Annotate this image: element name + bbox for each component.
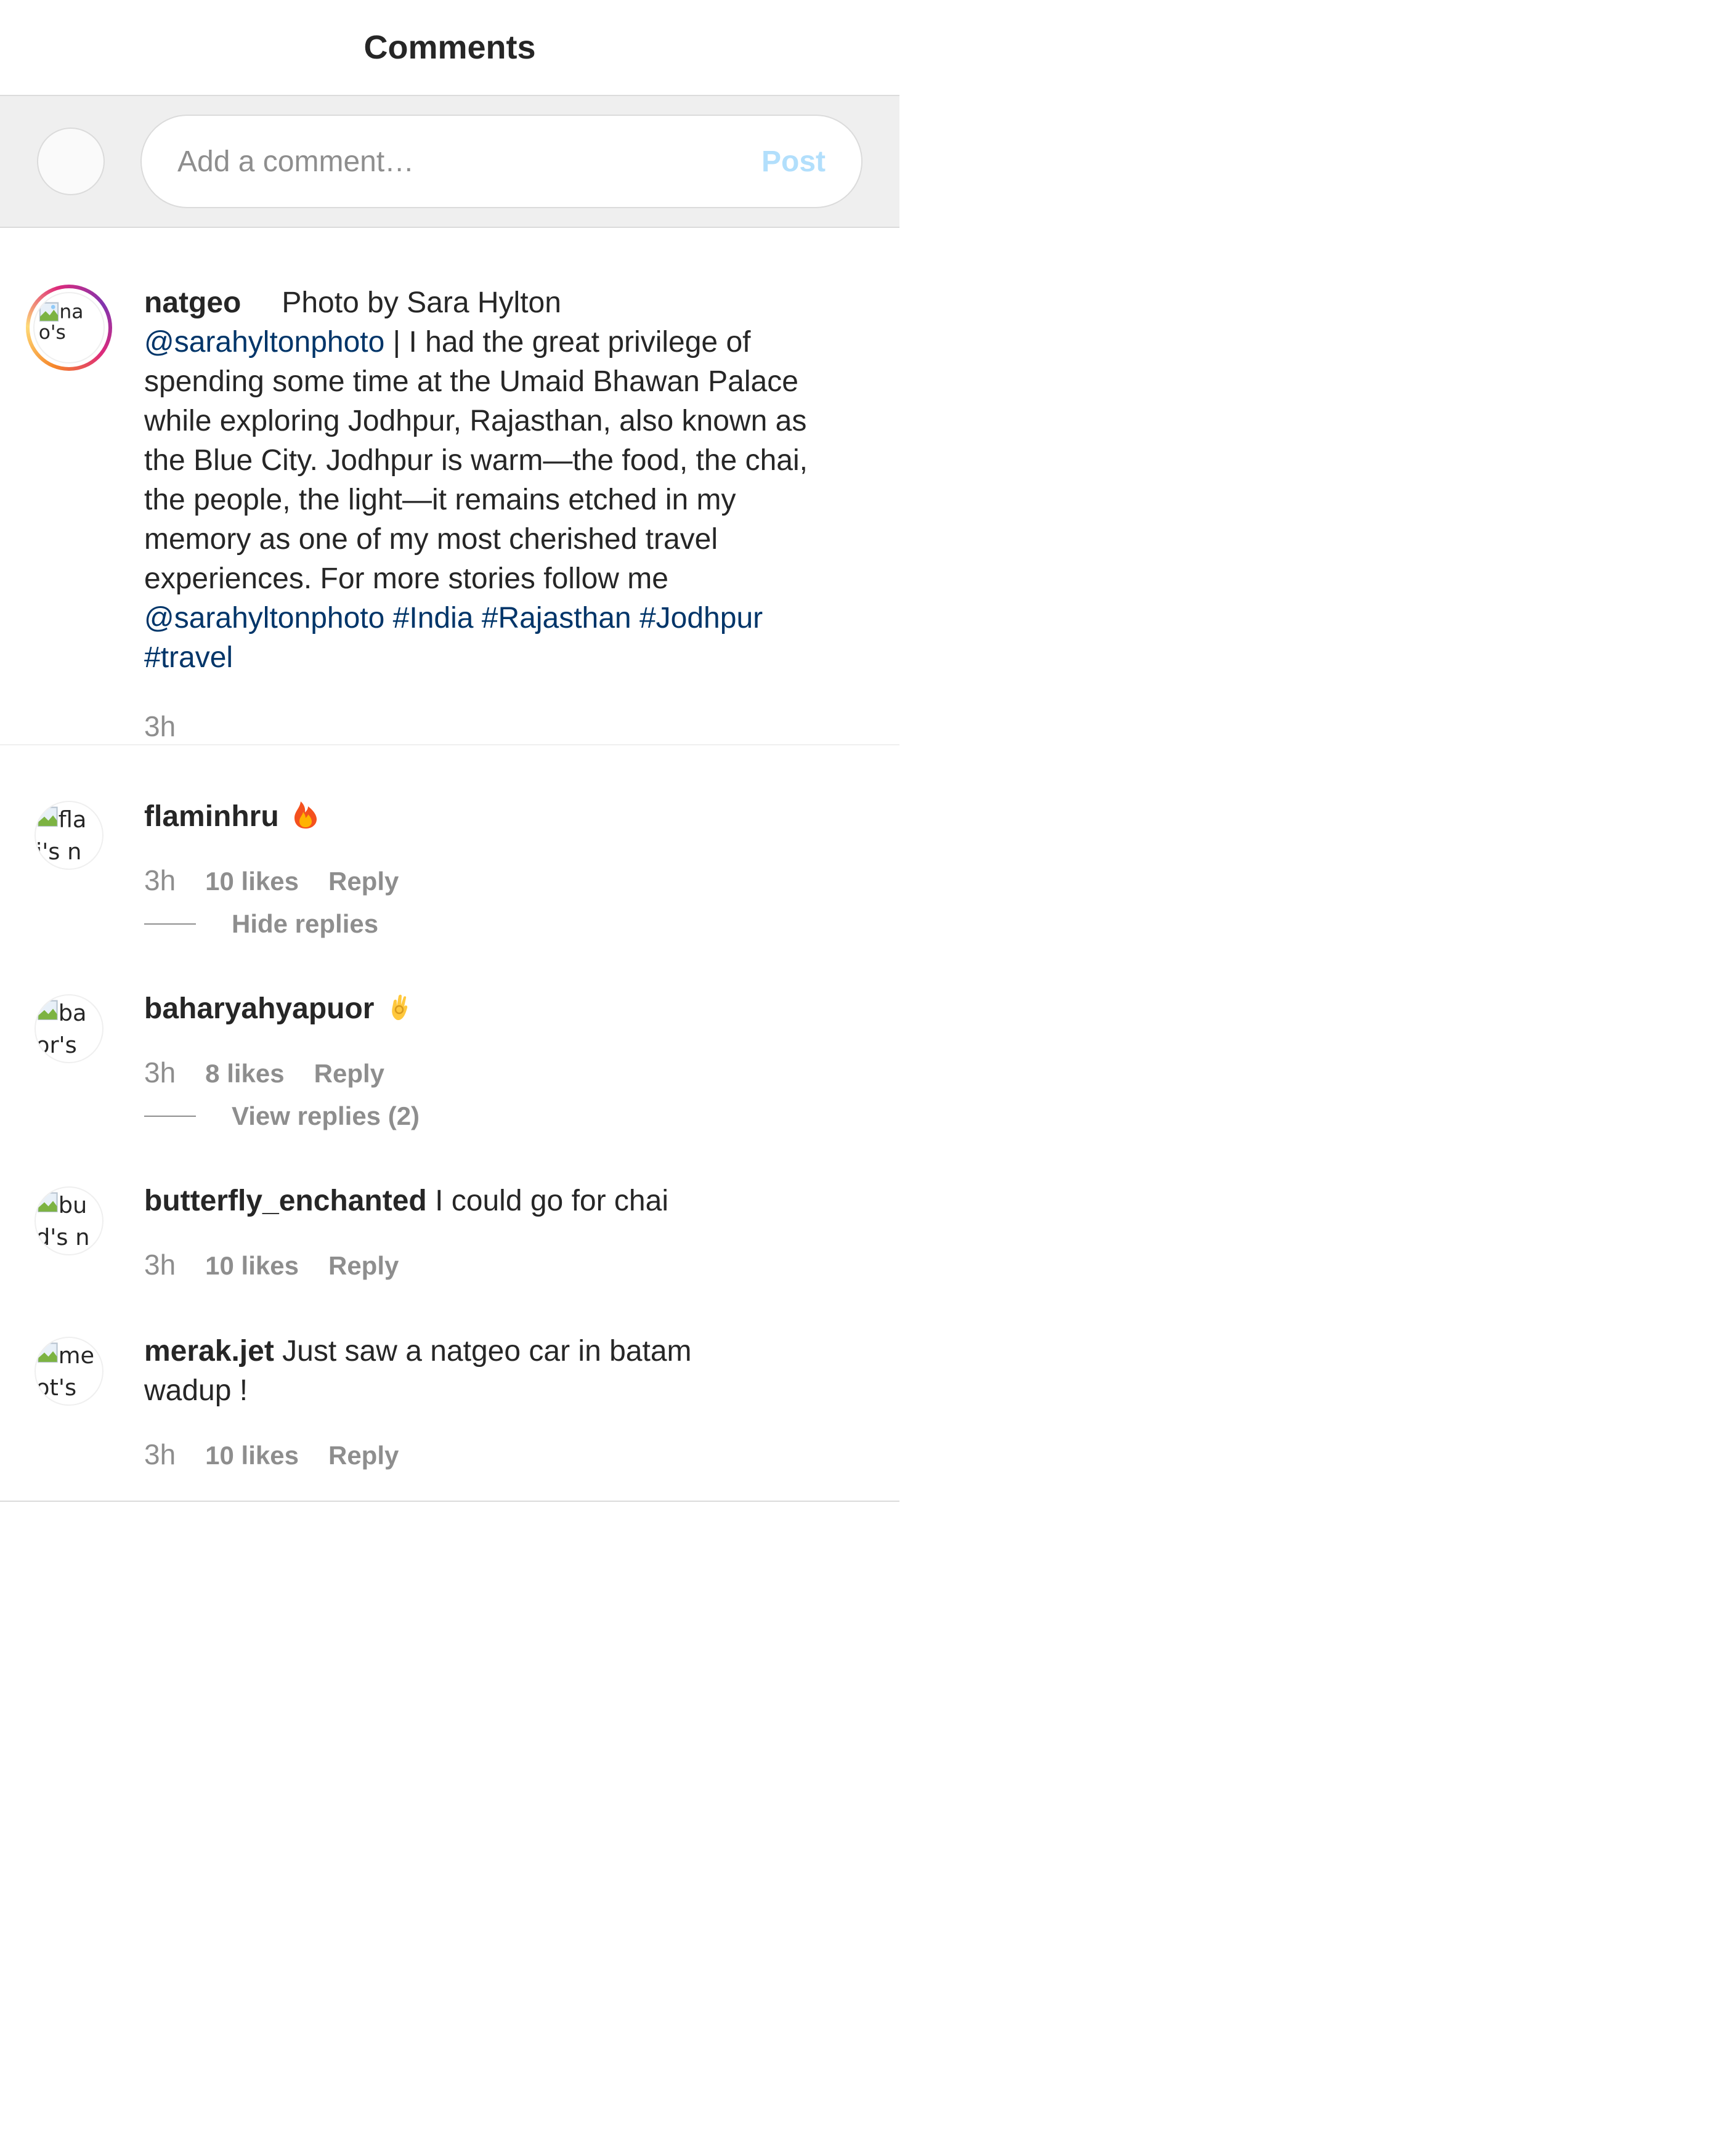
comment-text: flaminhru [144, 797, 838, 837]
caption-body: | I had the great privilege of spending … [144, 326, 808, 595]
comment-username[interactable]: flaminhru [144, 800, 279, 833]
comment-timestamp[interactable]: 3h [144, 1248, 176, 1281]
broken-image-icon: fla i's n [34, 801, 104, 870]
replies-divider [144, 923, 196, 925]
comment-item: bu d's n butterfly_enchanted I could go … [0, 1131, 899, 1281]
comment-meta: 3h 10 likes Reply [144, 864, 838, 897]
comment-input-container[interactable]: Post [140, 115, 862, 208]
hide-replies-button[interactable]: Hide replies [144, 909, 838, 939]
svg-text:o's: o's [39, 322, 66, 344]
svg-text:bu: bu [59, 1192, 87, 1218]
commenter-avatar[interactable]: ba or's [34, 994, 104, 1063]
page-title: Comments [363, 29, 536, 66]
comment-timestamp[interactable]: 3h [144, 1438, 176, 1471]
broken-image-icon: ba or's [34, 994, 104, 1063]
story-ring: na o's [26, 285, 112, 371]
comment-likes[interactable]: 8 likes [205, 1059, 284, 1088]
broken-image-icon: bu d's n [34, 1186, 104, 1255]
reply-button[interactable]: Reply [314, 1059, 384, 1088]
comment-meta: 3h 10 likes Reply [144, 1438, 838, 1471]
caption-username[interactable]: natgeo [144, 286, 241, 319]
hashtag-link[interactable]: #Rajasthan [482, 602, 631, 634]
svg-text:ot's: ot's [36, 1374, 76, 1401]
comment-username[interactable]: baharyahyapuor [144, 992, 374, 1025]
view-replies-button[interactable]: View replies (2) [144, 1101, 838, 1131]
replies-divider [144, 1116, 196, 1117]
svg-text:or's: or's [36, 1032, 77, 1058]
hashtag-link[interactable]: #India [393, 602, 474, 634]
replies-toggle-label: Hide replies [232, 909, 379, 938]
comment-item: fla i's n flaminhru 3h 10 likes Reply Hi… [0, 745, 899, 939]
mention-link[interactable]: @sarahyltonphoto [144, 602, 384, 634]
svg-text:ba: ba [59, 1000, 87, 1026]
comments-panel: Comments Post na o's [0, 0, 899, 1502]
broken-image-icon: me ot's [34, 1337, 104, 1406]
svg-text:i's n: i's n [36, 838, 81, 865]
broken-image-icon: na o's [33, 292, 105, 363]
ok-hand-emoji-icon [388, 990, 415, 1022]
post-button[interactable]: Post [761, 145, 826, 179]
comment-likes[interactable]: 10 likes [205, 1441, 299, 1470]
comment-text: butterfly_enchanted I could go for chai [144, 1181, 838, 1221]
comment-body: I could go for chai [435, 1185, 668, 1217]
caption-text: natgeo Photo by Sara Hylton @sarahyltonph… [144, 283, 838, 678]
comment-meta: 3h 10 likes Reply [144, 1248, 838, 1281]
comment-input[interactable] [177, 144, 761, 179]
hashtag-link[interactable]: #Jodhpur [639, 602, 763, 634]
comment-item: ba or's baharyahyapuor 3h 8 likes Reply … [0, 939, 899, 1131]
caption-lead: Photo by Sara Hylton [282, 286, 561, 319]
reply-button[interactable]: Reply [328, 867, 399, 896]
mention-link[interactable]: @sarahyltonphoto [144, 326, 384, 359]
comment-item: me ot's merak.jet Just saw a natgeo car … [0, 1281, 899, 1471]
svg-text:d's n: d's n [36, 1224, 89, 1250]
svg-text:fla: fla [59, 806, 87, 833]
post-caption: na o's natgeo Photo by Sara Hylton @sarah… [0, 228, 899, 745]
commenter-avatar[interactable]: bu d's n [34, 1186, 104, 1255]
reply-button[interactable]: Reply [328, 1251, 399, 1281]
comment-composer: Post [0, 96, 899, 228]
svg-text:me: me [59, 1342, 94, 1369]
commenter-avatar[interactable]: me ot's [34, 1337, 104, 1406]
svg-text:na: na [59, 301, 83, 323]
comment-username[interactable]: merak.jet [144, 1335, 274, 1368]
comment-timestamp[interactable]: 3h [144, 1056, 176, 1089]
caption-avatar[interactable]: na o's [26, 285, 112, 371]
comment-likes[interactable]: 10 likes [205, 867, 299, 896]
comment-username[interactable]: butterfly_enchanted [144, 1185, 427, 1217]
commenter-avatar[interactable]: fla i's n [34, 801, 104, 870]
comments-header: Comments [0, 0, 899, 96]
comment-timestamp[interactable]: 3h [144, 864, 176, 897]
replies-toggle-label: View replies (2) [232, 1101, 420, 1130]
current-user-avatar [37, 128, 105, 195]
comment-text: baharyahyapuor [144, 989, 838, 1029]
comment-text: merak.jet Just saw a natgeo car in batam… [144, 1332, 760, 1411]
hashtag-link[interactable]: #travel [144, 641, 233, 674]
comment-likes[interactable]: 10 likes [205, 1251, 299, 1281]
comment-meta: 3h 8 likes Reply [144, 1056, 838, 1089]
fire-emoji-icon [292, 798, 319, 830]
caption-timestamp[interactable]: 3h [144, 710, 838, 743]
reply-button[interactable]: Reply [328, 1441, 399, 1470]
